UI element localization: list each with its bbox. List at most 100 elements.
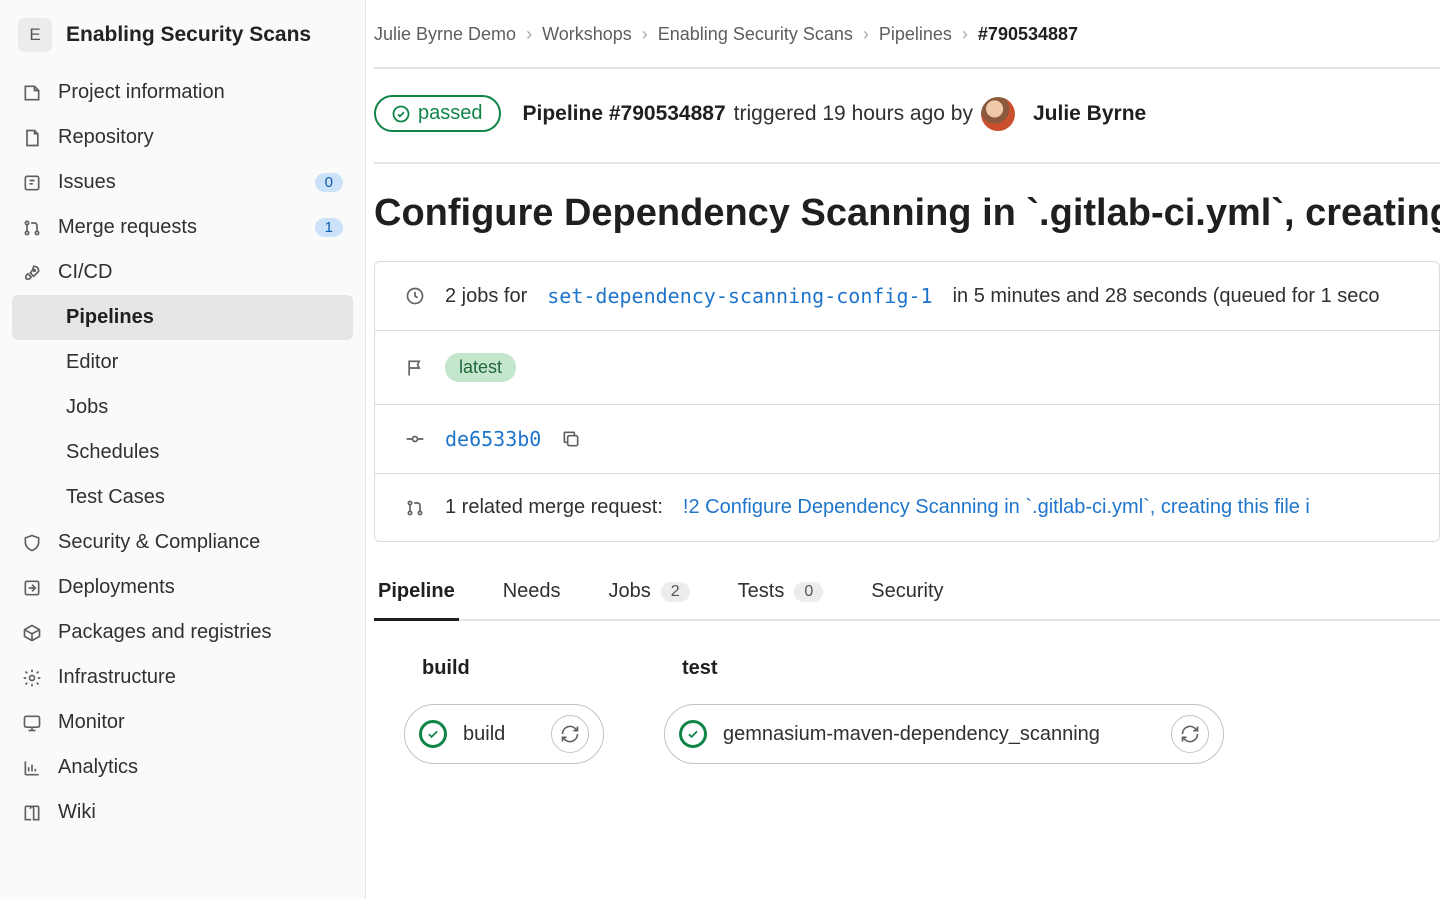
breadcrumb-item[interactable]: Workshops bbox=[542, 24, 632, 45]
package-icon bbox=[22, 623, 42, 643]
pipeline-id: Pipeline #790534887 bbox=[523, 102, 726, 126]
job-pill[interactable]: build bbox=[404, 704, 604, 764]
pipeline-info-card: 2 jobs for set-dependency-scanning-confi… bbox=[374, 261, 1440, 542]
sidebar-item-repository[interactable]: Repository bbox=[12, 115, 353, 160]
sidebar-item-label: Project information bbox=[58, 81, 225, 104]
tab-label: Tests bbox=[738, 580, 785, 603]
sidebar-item-label: Merge requests bbox=[58, 216, 197, 239]
sidebar-item-label: Monitor bbox=[58, 711, 125, 734]
stage-name: test bbox=[682, 657, 1224, 680]
commit-sha-link[interactable]: de6533b0 bbox=[445, 427, 541, 451]
sidebar-item-analytics[interactable]: Analytics bbox=[12, 745, 353, 790]
merge-request-icon bbox=[405, 498, 425, 518]
tab-jobs[interactable]: Jobs 2 bbox=[605, 570, 694, 619]
sidebar-nav: Project information Repository Issues 0 … bbox=[12, 70, 353, 835]
page-title: Configure Dependency Scanning in `.gitla… bbox=[374, 192, 1440, 235]
mr-prefix-text: 1 related merge request: bbox=[445, 496, 663, 519]
infrastructure-icon bbox=[22, 668, 42, 688]
sidebar-item-label: Issues bbox=[58, 171, 116, 194]
job-name: gemnasium-maven-dependency_scanning bbox=[723, 723, 1155, 746]
merge-request-icon bbox=[22, 218, 42, 238]
sidebar-item-monitor[interactable]: Monitor bbox=[12, 700, 353, 745]
rocket-icon bbox=[22, 263, 42, 283]
sidebar-item-infrastructure[interactable]: Infrastructure bbox=[12, 655, 353, 700]
duration-text: in 5 minutes and 28 seconds (queued for … bbox=[953, 285, 1380, 308]
issues-count-badge: 0 bbox=[315, 173, 343, 192]
sidebar-item-label: Analytics bbox=[58, 756, 138, 779]
mr-count-badge: 1 bbox=[315, 218, 343, 237]
sidebar-item-label: Security & Compliance bbox=[58, 531, 260, 554]
tab-label: Needs bbox=[503, 580, 561, 603]
sidebar-item-label: Wiki bbox=[58, 801, 96, 824]
sidebar-subitem-jobs[interactable]: Jobs bbox=[12, 385, 353, 430]
jobs-count-text: 2 jobs for bbox=[445, 285, 527, 308]
sidebar-subitem-schedules[interactable]: Schedules bbox=[12, 430, 353, 475]
chart-icon bbox=[22, 758, 42, 778]
job-pill[interactable]: gemnasium-maven-dependency_scanning bbox=[664, 704, 1224, 764]
info-row-merge-request: 1 related merge request: !2 Configure De… bbox=[375, 474, 1439, 541]
status-text: passed bbox=[418, 102, 483, 125]
file-icon bbox=[22, 128, 42, 148]
sidebar-item-label: Infrastructure bbox=[58, 666, 176, 689]
issues-icon bbox=[22, 173, 42, 193]
sidebar-item-deployments[interactable]: Deployments bbox=[12, 565, 353, 610]
cicd-subnav: Pipelines Editor Jobs Schedules Test Cas… bbox=[12, 295, 353, 520]
job-name: build bbox=[463, 723, 535, 746]
sidebar-item-label: Deployments bbox=[58, 576, 175, 599]
sidebar-item-issues[interactable]: Issues 0 bbox=[12, 160, 353, 205]
clock-icon bbox=[405, 286, 425, 306]
sidebar-item-packages[interactable]: Packages and registries bbox=[12, 610, 353, 655]
tab-security[interactable]: Security bbox=[867, 570, 947, 619]
user-name[interactable]: Julie Byrne bbox=[1033, 102, 1146, 126]
tab-pipeline[interactable]: Pipeline bbox=[374, 570, 459, 619]
branch-link[interactable]: set-dependency-scanning-config-1 bbox=[547, 284, 932, 308]
tag-pill: latest bbox=[445, 353, 516, 382]
breadcrumb-item[interactable]: Julie Byrne Demo bbox=[374, 24, 516, 45]
breadcrumb-item[interactable]: Enabling Security Scans bbox=[658, 24, 853, 45]
flag-icon bbox=[405, 358, 425, 378]
sidebar-subitem-pipelines[interactable]: Pipelines bbox=[12, 295, 353, 340]
stage-name: build bbox=[422, 657, 604, 680]
commit-icon bbox=[405, 429, 425, 449]
chevron-right-icon: › bbox=[863, 24, 869, 45]
job-retry-button[interactable] bbox=[1171, 715, 1209, 753]
breadcrumb-item[interactable]: Pipelines bbox=[879, 24, 952, 45]
deployment-icon bbox=[22, 578, 42, 598]
pipeline-graph: build build test gemnasiu bbox=[374, 657, 1440, 764]
pipeline-tabs: Pipeline Needs Jobs 2 Tests 0 Security bbox=[374, 570, 1440, 621]
info-row-tags: latest bbox=[375, 331, 1439, 405]
project-icon bbox=[22, 83, 42, 103]
sidebar-item-wiki[interactable]: Wiki bbox=[12, 790, 353, 835]
sidebar-item-label: Packages and registries bbox=[58, 621, 271, 644]
book-icon bbox=[22, 803, 42, 823]
tab-count: 2 bbox=[661, 582, 690, 602]
sidebar-subitem-test-cases[interactable]: Test Cases bbox=[12, 475, 353, 520]
chevron-right-icon: › bbox=[962, 24, 968, 45]
merge-request-link[interactable]: !2 Configure Dependency Scanning in `.gi… bbox=[683, 496, 1310, 519]
stage-column-build: build build bbox=[404, 657, 604, 764]
tab-count: 0 bbox=[794, 582, 823, 602]
sidebar-item-label: Repository bbox=[58, 126, 154, 149]
sidebar-item-cicd[interactable]: CI/CD bbox=[12, 250, 353, 295]
job-retry-button[interactable] bbox=[551, 715, 589, 753]
tab-label: Security bbox=[871, 580, 943, 603]
chevron-right-icon: › bbox=[526, 24, 532, 45]
sidebar-subitem-editor[interactable]: Editor bbox=[12, 340, 353, 385]
pipeline-status-row: passed Pipeline #790534887 triggered 19 … bbox=[374, 95, 1440, 164]
user-avatar[interactable] bbox=[981, 97, 1015, 131]
sidebar-item-security[interactable]: Security & Compliance bbox=[12, 520, 353, 565]
chevron-right-icon: › bbox=[642, 24, 648, 45]
tab-needs[interactable]: Needs bbox=[499, 570, 565, 619]
copy-sha-button[interactable] bbox=[561, 429, 581, 449]
triggered-text: triggered 19 hours ago by bbox=[734, 102, 973, 126]
job-status-passed-icon bbox=[419, 720, 447, 748]
pipeline-trigger-text: Pipeline #790534887 triggered 19 hours a… bbox=[523, 97, 1147, 131]
sidebar-item-project-information[interactable]: Project information bbox=[12, 70, 353, 115]
status-badge: passed bbox=[374, 95, 501, 132]
job-status-passed-icon bbox=[679, 720, 707, 748]
sidebar-item-merge-requests[interactable]: Merge requests 1 bbox=[12, 205, 353, 250]
monitor-icon bbox=[22, 713, 42, 733]
tab-tests[interactable]: Tests 0 bbox=[734, 570, 828, 619]
project-avatar: E bbox=[18, 18, 52, 52]
project-header[interactable]: E Enabling Security Scans bbox=[12, 10, 353, 70]
